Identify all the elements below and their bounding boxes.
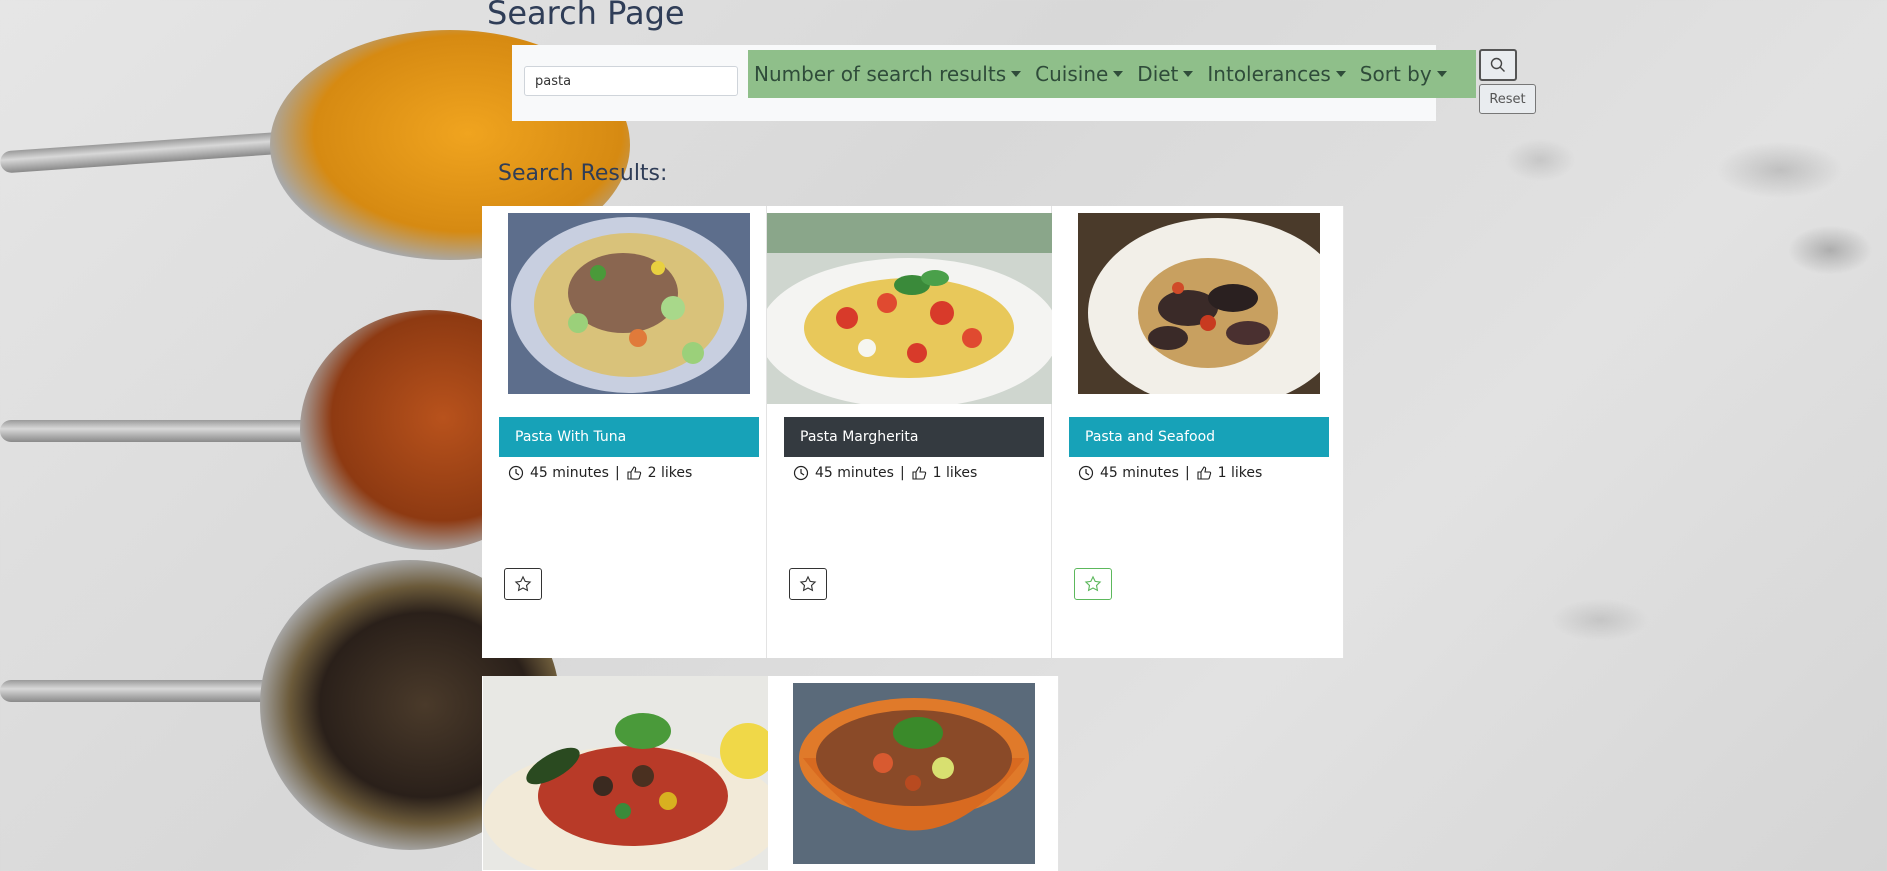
dropdown-label: Diet	[1137, 62, 1179, 86]
search-bar: Number of search results Cuisine Diet In…	[512, 45, 1476, 121]
star-icon	[514, 575, 532, 592]
favorite-button[interactable]	[789, 568, 827, 600]
search-icon	[1490, 57, 1505, 72]
caret-down-icon	[1113, 71, 1124, 77]
thumbs-up-icon	[912, 466, 926, 480]
reset-button[interactable]: Reset	[1479, 84, 1536, 114]
cuisine-dropdown[interactable]: Cuisine	[1035, 62, 1124, 86]
meta-divider: |	[1184, 465, 1190, 481]
diet-dropdown[interactable]: Diet	[1137, 62, 1194, 86]
thumbs-up-icon	[1197, 466, 1211, 480]
star-icon	[799, 575, 817, 592]
meta-divider: |	[614, 465, 620, 481]
recipe-card: Pasta Margherita 45 minutes | 1 likes	[767, 206, 1052, 658]
recipe-title-button[interactable]: Pasta Margherita	[784, 417, 1044, 457]
dropdown-label: Sort by	[1359, 62, 1432, 86]
recipe-likes: 1 likes	[1217, 465, 1263, 481]
recipe-time: 45 minutes	[1100, 465, 1179, 481]
recipe-title-button[interactable]: Pasta and Seafood	[1069, 417, 1329, 457]
results-heading: Search Results:	[498, 161, 668, 186]
recipe-time: 45 minutes	[530, 465, 609, 481]
recipe-meta: 45 minutes | 2 likes	[508, 465, 692, 481]
clock-icon	[793, 465, 809, 481]
clock-icon	[1078, 465, 1094, 481]
recipe-likes: 2 likes	[647, 465, 693, 481]
recipe-image[interactable]	[508, 213, 750, 394]
caret-down-icon	[1011, 71, 1022, 77]
thumbs-up-icon	[627, 466, 641, 480]
favorite-button[interactable]	[1074, 568, 1112, 600]
dropdown-label: Intolerances	[1207, 62, 1331, 86]
caret-down-icon	[1335, 71, 1346, 77]
caret-down-icon	[1436, 71, 1447, 77]
clock-icon	[508, 465, 524, 481]
intolerances-dropdown[interactable]: Intolerances	[1207, 62, 1346, 86]
recipe-image[interactable]	[767, 213, 1052, 404]
recipe-card: Pasta and Seafood 45 minutes | 1 likes	[1052, 206, 1344, 658]
recipe-meta: 45 minutes | 1 likes	[793, 465, 977, 481]
recipe-image[interactable]	[483, 676, 768, 870]
recipe-title-button[interactable]: Pasta With Tuna	[499, 417, 759, 457]
sort-by-dropdown[interactable]: Sort by	[1360, 62, 1447, 86]
recipe-card	[482, 676, 1059, 871]
favorite-button[interactable]	[504, 568, 542, 600]
meta-divider: |	[899, 465, 905, 481]
caret-down-icon	[1183, 71, 1194, 77]
number-of-results-dropdown[interactable]: Number of search results	[754, 62, 1022, 86]
search-input[interactable]	[524, 66, 738, 96]
recipe-card: Pasta With Tuna 45 minutes | 2 likes	[482, 206, 767, 658]
recipe-image[interactable]	[1078, 213, 1320, 394]
recipe-meta: 45 minutes | 1 likes	[1078, 465, 1262, 481]
dropdown-label: Number of search results	[754, 62, 1007, 86]
recipe-likes: 1 likes	[932, 465, 978, 481]
star-icon	[1084, 575, 1102, 592]
recipe-image[interactable]	[793, 683, 1035, 864]
filter-dropdowns: Number of search results Cuisine Diet In…	[748, 50, 1476, 98]
recipe-time: 45 minutes	[815, 465, 894, 481]
page-title: Search Page	[487, 0, 685, 32]
dropdown-label: Cuisine	[1035, 62, 1109, 86]
search-button[interactable]	[1479, 49, 1517, 81]
